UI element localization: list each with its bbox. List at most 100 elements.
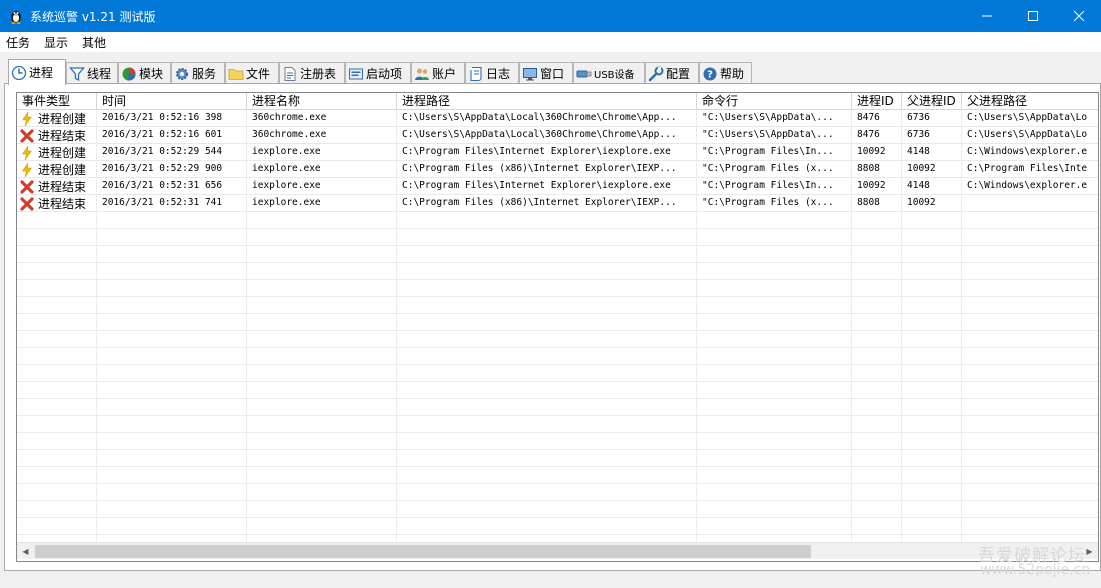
- table-row[interactable]: 进程创建 2016/3/21 0:52:29 544 iexplore.exe …: [17, 144, 1098, 161]
- lightning-create-icon: [22, 145, 32, 160]
- svg-text:?: ?: [707, 69, 713, 80]
- ppid-cell: 4148: [902, 144, 962, 161]
- window-title: 系统巡警 v1.21 测试版: [30, 10, 156, 24]
- column-header-time[interactable]: 时间: [97, 93, 247, 110]
- tab-startup[interactable]: 启动项: [345, 62, 411, 84]
- users-icon: [415, 68, 429, 80]
- pid-cell: 10092: [852, 178, 902, 195]
- process-path-cell: C:\Program Files\Internet Explorer\iexpl…: [397, 144, 697, 161]
- tab-service[interactable]: 服务: [171, 62, 225, 84]
- process-name-cell: 360chrome.exe: [247, 127, 397, 144]
- column-header-process-path[interactable]: 进程路径: [397, 93, 697, 110]
- red-x-end-icon: [20, 128, 34, 143]
- tab-config[interactable]: 配置: [645, 62, 699, 84]
- time-cell: 2016/3/21 0:52:31 741: [97, 195, 247, 212]
- process-path-cell: C:\Program Files\Internet Explorer\iexpl…: [397, 178, 697, 195]
- event-type-cell: 进程创建: [17, 110, 97, 127]
- command-line-cell: "C:\Users\S\AppData\...: [697, 110, 852, 127]
- penguin-app-icon: [11, 11, 21, 24]
- tab-thread[interactable]: 线程: [66, 62, 118, 84]
- menu-bar: 任务 显示 其他: [0, 32, 1101, 52]
- tab-file[interactable]: 文件: [225, 62, 279, 84]
- menu-other[interactable]: 其他: [82, 34, 106, 51]
- time-cell: 2016/3/21 0:52:31 656: [97, 178, 247, 195]
- ppid-cell: 4148: [902, 178, 962, 195]
- column-header-command-line[interactable]: 命令行: [697, 93, 852, 110]
- list-header: 事件类型 时间 进程名称 进程路径 命令行 进程ID 父进程ID 父进程路径: [17, 93, 1098, 110]
- column-header-pid[interactable]: 进程ID: [852, 93, 902, 110]
- tab-log[interactable]: 日志: [465, 62, 519, 84]
- filter-icon: [69, 66, 85, 81]
- scroll-left-arrow-icon[interactable]: ◀: [17, 543, 34, 559]
- command-line-cell: "C:\Program Files\In...: [697, 178, 852, 195]
- table-row[interactable]: 进程创建 2016/3/21 0:52:16 398 360chrome.exe…: [17, 110, 1098, 127]
- pid-cell: 8808: [852, 161, 902, 178]
- process-path-cell: C:\Users\S\AppData\Local\360Chrome\Chrom…: [397, 127, 697, 144]
- tab-registry[interactable]: 注册表: [279, 62, 345, 84]
- pid-cell: 10092: [852, 144, 902, 161]
- status-bar: [0, 572, 1101, 588]
- tab-process[interactable]: 进程: [8, 59, 66, 85]
- table-row[interactable]: 进程结束 2016/3/21 0:52:16 601 360chrome.exe…: [17, 127, 1098, 144]
- event-type-cell: 进程结束: [17, 178, 97, 195]
- gear-icon: [176, 67, 188, 80]
- table-row[interactable]: 进程创建 2016/3/21 0:52:29 900 iexplore.exe …: [17, 161, 1098, 178]
- pid-cell: 8808: [852, 195, 902, 212]
- folder-icon: [228, 68, 244, 80]
- time-cell: 2016/3/21 0:52:29 544: [97, 144, 247, 161]
- close-icon: [1074, 11, 1084, 21]
- tab-help[interactable]: ? 帮助: [699, 62, 752, 84]
- parent-path-cell: C:\Users\S\AppData\Lo: [962, 127, 1098, 144]
- table-row[interactable]: 进程结束 2016/3/21 0:52:31 656 iexplore.exe …: [17, 178, 1098, 195]
- process-path-cell: C:\Users\S\AppData\Local\360Chrome\Chrom…: [397, 110, 697, 127]
- process-name-cell: iexplore.exe: [247, 161, 397, 178]
- tab-account[interactable]: 账户: [411, 62, 465, 84]
- red-x-end-icon: [20, 179, 34, 194]
- command-line-cell: "C:\Program Files (x...: [697, 195, 852, 212]
- tab-module[interactable]: 模块: [118, 62, 171, 84]
- ppid-cell: 10092: [902, 195, 962, 212]
- event-type-cell: 进程创建: [17, 161, 97, 178]
- time-cell: 2016/3/21 0:52:29 900: [97, 161, 247, 178]
- log-scroll-icon: [470, 66, 482, 81]
- column-header-ppid[interactable]: 父进程ID: [902, 93, 962, 110]
- lightning-create-icon: [22, 111, 32, 126]
- menu-view[interactable]: 显示: [44, 34, 68, 51]
- pid-cell: 8476: [852, 110, 902, 127]
- process-name-cell: iexplore.exe: [247, 144, 397, 161]
- parent-path-cell: [962, 195, 1098, 212]
- command-line-cell: "C:\Users\S\AppData\...: [697, 127, 852, 144]
- parent-path-cell: C:\Windows\explorer.e: [962, 178, 1098, 195]
- minimize-button[interactable]: [964, 0, 1010, 32]
- scrollbar-thumb[interactable]: [35, 545, 811, 558]
- tab-strip: 进程 线程 模块 服务 文件 注册表 启动项 账户 日志 窗口 USB设备 配置…: [0, 52, 1101, 85]
- ppid-cell: 6736: [902, 127, 962, 144]
- title-bar[interactable]: 系统巡警 v1.21 测试版: [0, 0, 1101, 32]
- process-icon: [11, 65, 27, 80]
- horizontal-scrollbar[interactable]: ◀ ▶: [17, 542, 1098, 559]
- column-header-process-name[interactable]: 进程名称: [247, 93, 397, 110]
- maximize-button[interactable]: [1010, 0, 1056, 32]
- menu-task[interactable]: 任务: [6, 34, 30, 51]
- usb-icon: [576, 70, 592, 77]
- table-row[interactable]: 进程结束 2016/3/21 0:52:31 741 iexplore.exe …: [17, 195, 1098, 212]
- registry-doc-icon: [284, 66, 296, 81]
- column-header-parent-path[interactable]: 父进程路径: [962, 93, 1098, 110]
- process-path-cell: C:\Program Files (x86)\Internet Explorer…: [397, 195, 697, 212]
- startup-icon: [349, 68, 363, 79]
- process-name-cell: iexplore.exe: [247, 178, 397, 195]
- close-button[interactable]: [1056, 0, 1101, 32]
- time-cell: 2016/3/21 0:52:16 601: [97, 127, 247, 144]
- process-name-cell: 360chrome.exe: [247, 110, 397, 127]
- pid-cell: 8476: [852, 127, 902, 144]
- event-type-cell: 进程创建: [17, 144, 97, 161]
- column-header-event-type[interactable]: 事件类型: [17, 93, 97, 110]
- process-event-list[interactable]: 事件类型 时间 进程名称 进程路径 命令行 进程ID 父进程ID 父进程路径 进…: [16, 92, 1099, 562]
- maximize-icon: [1028, 11, 1038, 21]
- process-panel: 事件类型 时间 进程名称 进程路径 命令行 进程ID 父进程ID 父进程路径 进…: [4, 83, 1101, 571]
- tab-window[interactable]: 窗口: [519, 62, 573, 84]
- command-line-cell: "C:\Program Files (x...: [697, 161, 852, 178]
- window-monitor-icon: [523, 67, 537, 80]
- lightning-create-icon: [22, 162, 32, 177]
- tab-usb[interactable]: USB设备: [573, 62, 645, 84]
